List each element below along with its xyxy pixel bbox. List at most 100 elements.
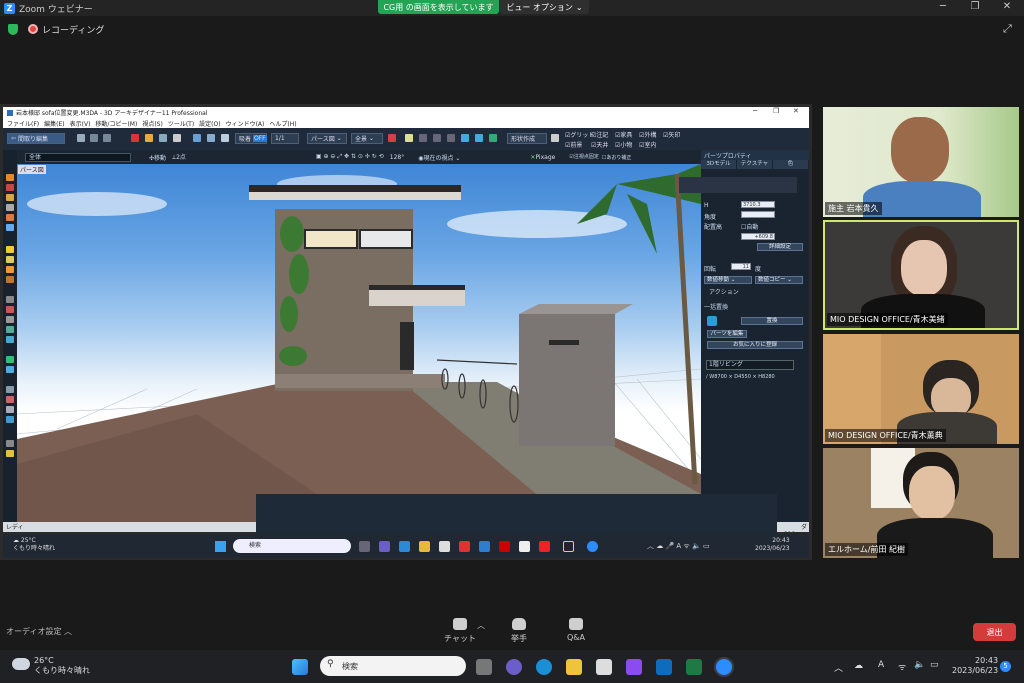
checkbox-ceiling[interactable]: ☑天井: [591, 140, 608, 149]
checkbox-arrow[interactable]: ☑矢印: [663, 130, 680, 139]
palette-icon-10[interactable]: [6, 276, 14, 283]
numeric-move-select[interactable]: 数値移動 ⌄: [704, 276, 752, 284]
palette-icon-21[interactable]: [6, 416, 14, 423]
delete-icon[interactable]: [131, 134, 139, 142]
menu-edit[interactable]: 編集(E): [44, 119, 64, 128]
menu-help[interactable]: ヘルプ(H): [269, 119, 296, 128]
select-icon[interactable]: [77, 134, 85, 142]
participant-video-3[interactable]: MIO DESIGN OFFICE/青木薫典: [823, 334, 1019, 444]
onedrive-icon[interactable]: ☁: [854, 661, 863, 671]
angle-field[interactable]: [741, 211, 775, 218]
taskview-icon[interactable]: [359, 541, 370, 552]
tool-icon-3[interactable]: [447, 134, 455, 142]
light-icon[interactable]: [405, 134, 413, 142]
save-icon[interactable]: [159, 134, 167, 142]
chat-button[interactable]: チャット: [443, 618, 477, 644]
palette-icon-7[interactable]: [6, 246, 14, 253]
excel-icon[interactable]: [686, 659, 702, 675]
menu-tools[interactable]: ツール(T): [168, 119, 194, 128]
camera-icon[interactable]: [207, 134, 215, 142]
detail-settings-button[interactable]: 詳細設定: [757, 243, 803, 251]
menu-move-copy[interactable]: 移動/コピー(M): [95, 119, 137, 128]
3d-viewport[interactable]: パース図: [17, 164, 701, 528]
notification-badge[interactable]: 5: [1000, 661, 1011, 672]
app-close-icon[interactable]: ✕: [793, 107, 799, 115]
palette-icon-6[interactable]: [6, 224, 14, 231]
mail-icon[interactable]: [479, 541, 490, 552]
store-icon[interactable]: [596, 659, 612, 675]
battery-icon[interactable]: ▭: [930, 660, 939, 670]
system-clock[interactable]: 20:43 2023/06/23: [952, 656, 998, 676]
view-options-button[interactable]: ビュー オプション ⌄: [500, 0, 589, 14]
scope-dropdown[interactable]: 全体: [25, 152, 131, 162]
raise-hand-button[interactable]: 挙手: [505, 618, 533, 644]
palette-icon-15[interactable]: [6, 336, 14, 343]
participant-video-4[interactable]: エルホーム/前田 紀樹: [823, 448, 1019, 558]
shared-start-icon[interactable]: [215, 541, 226, 552]
checkbox-furniture[interactable]: ☑家具: [615, 130, 632, 139]
palette-icon-5[interactable]: [6, 214, 14, 221]
snap-toggle[interactable]: 吸着 OFF: [235, 133, 267, 144]
participant-video-1[interactable]: 施主 岩本貴久: [823, 107, 1019, 217]
app-maximize-icon[interactable]: ❐: [773, 107, 779, 115]
menu-window[interactable]: ウィンドウ(A): [226, 119, 265, 128]
page-selector[interactable]: 1/1: [271, 133, 299, 144]
move-button[interactable]: ✣移動: [149, 153, 166, 162]
file-explorer-icon[interactable]: [566, 659, 582, 675]
room-list-item[interactable]: 1階リビング: [706, 360, 794, 370]
palette-icon-13[interactable]: [6, 316, 14, 323]
checkbox-notes[interactable]: ☑注記: [591, 130, 608, 139]
audio-settings-button[interactable]: オーディオ設定 ︿: [6, 626, 72, 637]
two-point-button[interactable]: ⟂2点: [172, 152, 186, 162]
explorer-icon[interactable]: [419, 541, 430, 552]
fullscreen-icon[interactable]: ⤢: [1003, 22, 1012, 36]
palette-icon-18[interactable]: [6, 386, 14, 393]
leave-button[interactable]: 退出: [973, 623, 1016, 641]
minimize-icon[interactable]: ─: [936, 1, 950, 12]
zoom-taskbar-icon[interactable]: [587, 541, 598, 552]
open-icon[interactable]: [145, 134, 153, 142]
mic-icon[interactable]: [221, 134, 229, 142]
ime-icon[interactable]: A: [878, 660, 884, 670]
sun-icon[interactable]: [388, 134, 396, 142]
copilot-icon[interactable]: [626, 659, 642, 675]
teams-icon[interactable]: [379, 541, 390, 552]
shape-create-button[interactable]: 形状作成: [507, 133, 547, 144]
app-icon-red[interactable]: [459, 541, 470, 552]
rotation-field[interactable]: 11: [731, 263, 751, 270]
menu-view[interactable]: 表示(V): [70, 119, 91, 128]
checkbox-foreground[interactable]: ☑前景: [565, 140, 582, 149]
checkbox-interior[interactable]: ☑室内: [639, 140, 656, 149]
zoom-app-icon[interactable]: [714, 657, 734, 677]
menu-file[interactable]: ファイル(F): [7, 119, 39, 128]
palette-icon-9[interactable]: [6, 266, 14, 273]
qa-button[interactable]: Q&A: [562, 618, 590, 642]
floor-plan-edit-button[interactable]: ⇦ 間取り編集: [7, 133, 65, 144]
palette-icon-8[interactable]: [6, 256, 14, 263]
palette-icon-14[interactable]: [6, 326, 14, 333]
hand-icon[interactable]: [90, 134, 98, 142]
render-option-correction[interactable]: ☐あおり補正: [602, 154, 632, 161]
menu-settings[interactable]: 設定(O): [199, 119, 220, 128]
close-icon[interactable]: ✕: [1000, 1, 1014, 12]
chat-options-chevron-icon[interactable]: ︿: [477, 620, 485, 631]
zoom-fit-icon[interactable]: [461, 134, 469, 142]
scene-dropdown[interactable]: 全景 ⌄: [351, 133, 383, 144]
palette-icon-16[interactable]: [6, 356, 14, 363]
menu-viewpoint[interactable]: 視点(S): [142, 119, 163, 128]
replace-button[interactable]: 置換: [741, 317, 803, 325]
height-field[interactable]: 3710.3: [741, 201, 775, 208]
start-icon[interactable]: [292, 659, 308, 675]
edge-icon[interactable]: [399, 541, 410, 552]
link-icon[interactable]: [707, 316, 717, 326]
palette-icon-22[interactable]: [6, 440, 14, 447]
measure-icon[interactable]: [551, 134, 559, 142]
tray-chevron-icon[interactable]: ︿: [834, 661, 843, 674]
tool-icon-1[interactable]: [419, 134, 427, 142]
tab-color[interactable]: 色: [773, 160, 809, 169]
tool-icon-2[interactable]: [433, 134, 441, 142]
tab-texture[interactable]: テクスチャ: [737, 160, 773, 169]
chat-app-icon[interactable]: [506, 659, 522, 675]
participant-video-2[interactable]: MIO DESIGN OFFICE/青木美緒: [823, 220, 1019, 330]
checkbox-small-items[interactable]: ☑小物: [615, 140, 632, 149]
